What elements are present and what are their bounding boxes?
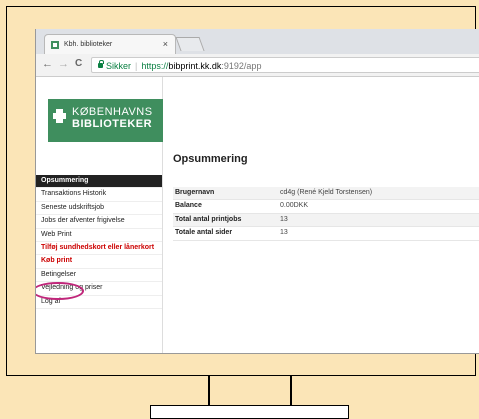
row-label: Brugernavn [175,189,215,196]
forward-icon[interactable]: → [58,58,69,70]
reload-icon[interactable]: C [75,58,82,69]
logo-line1: KØBENHAVNS [72,106,153,118]
row-label: Totale antal sider [175,229,233,237]
url-path: :9192/app [221,61,262,71]
sidebar-item-betingelser[interactable]: Betingelser [36,269,162,283]
main-panel: Opsummering Brugernavn cd4g (René Kjeld … [163,77,479,353]
library-logo[interactable]: KØBENHAVNS BIBLIOTEKER [48,99,163,142]
monitor-stand-left [208,375,210,407]
address-toolbar: ← → C Sikker | https://bibprint.kk.dk:9192… [36,54,479,77]
sidebar-item-jobs-afventer[interactable]: Jobs der afventer frigivelse [36,215,162,229]
sidebar-item-web-print[interactable]: Web Print [36,229,162,242]
lock-icon [98,60,104,68]
tab-bar: Kbh. biblioteker × [36,29,479,54]
summary-table: Brugernavn cd4g (René Kjeld Torstensen) … [173,187,479,241]
sidebar-item-opsummering[interactable]: Opsummering [36,175,162,189]
table-row: Balance 0.00DKK [173,200,479,214]
browser-tab[interactable]: Kbh. biblioteker × [44,34,176,54]
url-scheme: https:// [141,61,169,71]
tab-close-icon[interactable]: × [163,39,168,49]
url-separator: | [135,61,138,71]
monitor-base [150,405,349,419]
sidebar-item-transaktions-historik[interactable]: Transaktions Historik [36,188,162,202]
row-value: 0.00DKK [280,202,309,210]
address-bar[interactable]: Sikker | https://bibprint.kk.dk:9192/app [91,57,479,73]
monitor-stand-right [290,375,292,407]
printer-icon [53,109,66,123]
secure-label: Sikker [106,61,132,71]
table-row: Totale antal sider 13 [173,227,479,241]
page-title: Opsummering [173,153,248,165]
tab-title: Kbh. biblioteker [64,41,113,48]
row-label: Total antal printjobs [175,215,242,223]
row-value: 13 [280,215,288,223]
row-value: cd4g (René Kjeld Torstensen) [280,189,373,196]
sidebar: KØBENHAVNS BIBLIOTEKER Opsummering Trans… [36,77,163,353]
table-row: Brugernavn cd4g (René Kjeld Torstensen) [173,187,479,201]
table-row: Total antal printjobs 13 [173,213,479,228]
new-tab-button[interactable] [175,37,205,51]
logo-line2: BIBLIOTEKER [72,118,153,130]
page-content: KØBENHAVNS BIBLIOTEKER Opsummering Trans… [36,77,479,353]
library-favicon-icon [51,40,59,49]
url-host: bibprint.kk.dk [168,61,222,71]
sidebar-item-koeb-print[interactable]: Køb print [36,255,162,269]
sidebar-item-tilfoej-kort[interactable]: Tilføj sundhedskort eller lånerkort [36,242,162,256]
browser-window: Kbh. biblioteker × ← → C Sikker | https://… [35,29,479,354]
row-label: Balance [175,202,202,210]
back-icon[interactable]: ← [42,58,53,70]
sidebar-item-seneste-udskriftsjob[interactable]: Seneste udskriftsjob [36,202,162,216]
row-value: 13 [280,229,288,237]
